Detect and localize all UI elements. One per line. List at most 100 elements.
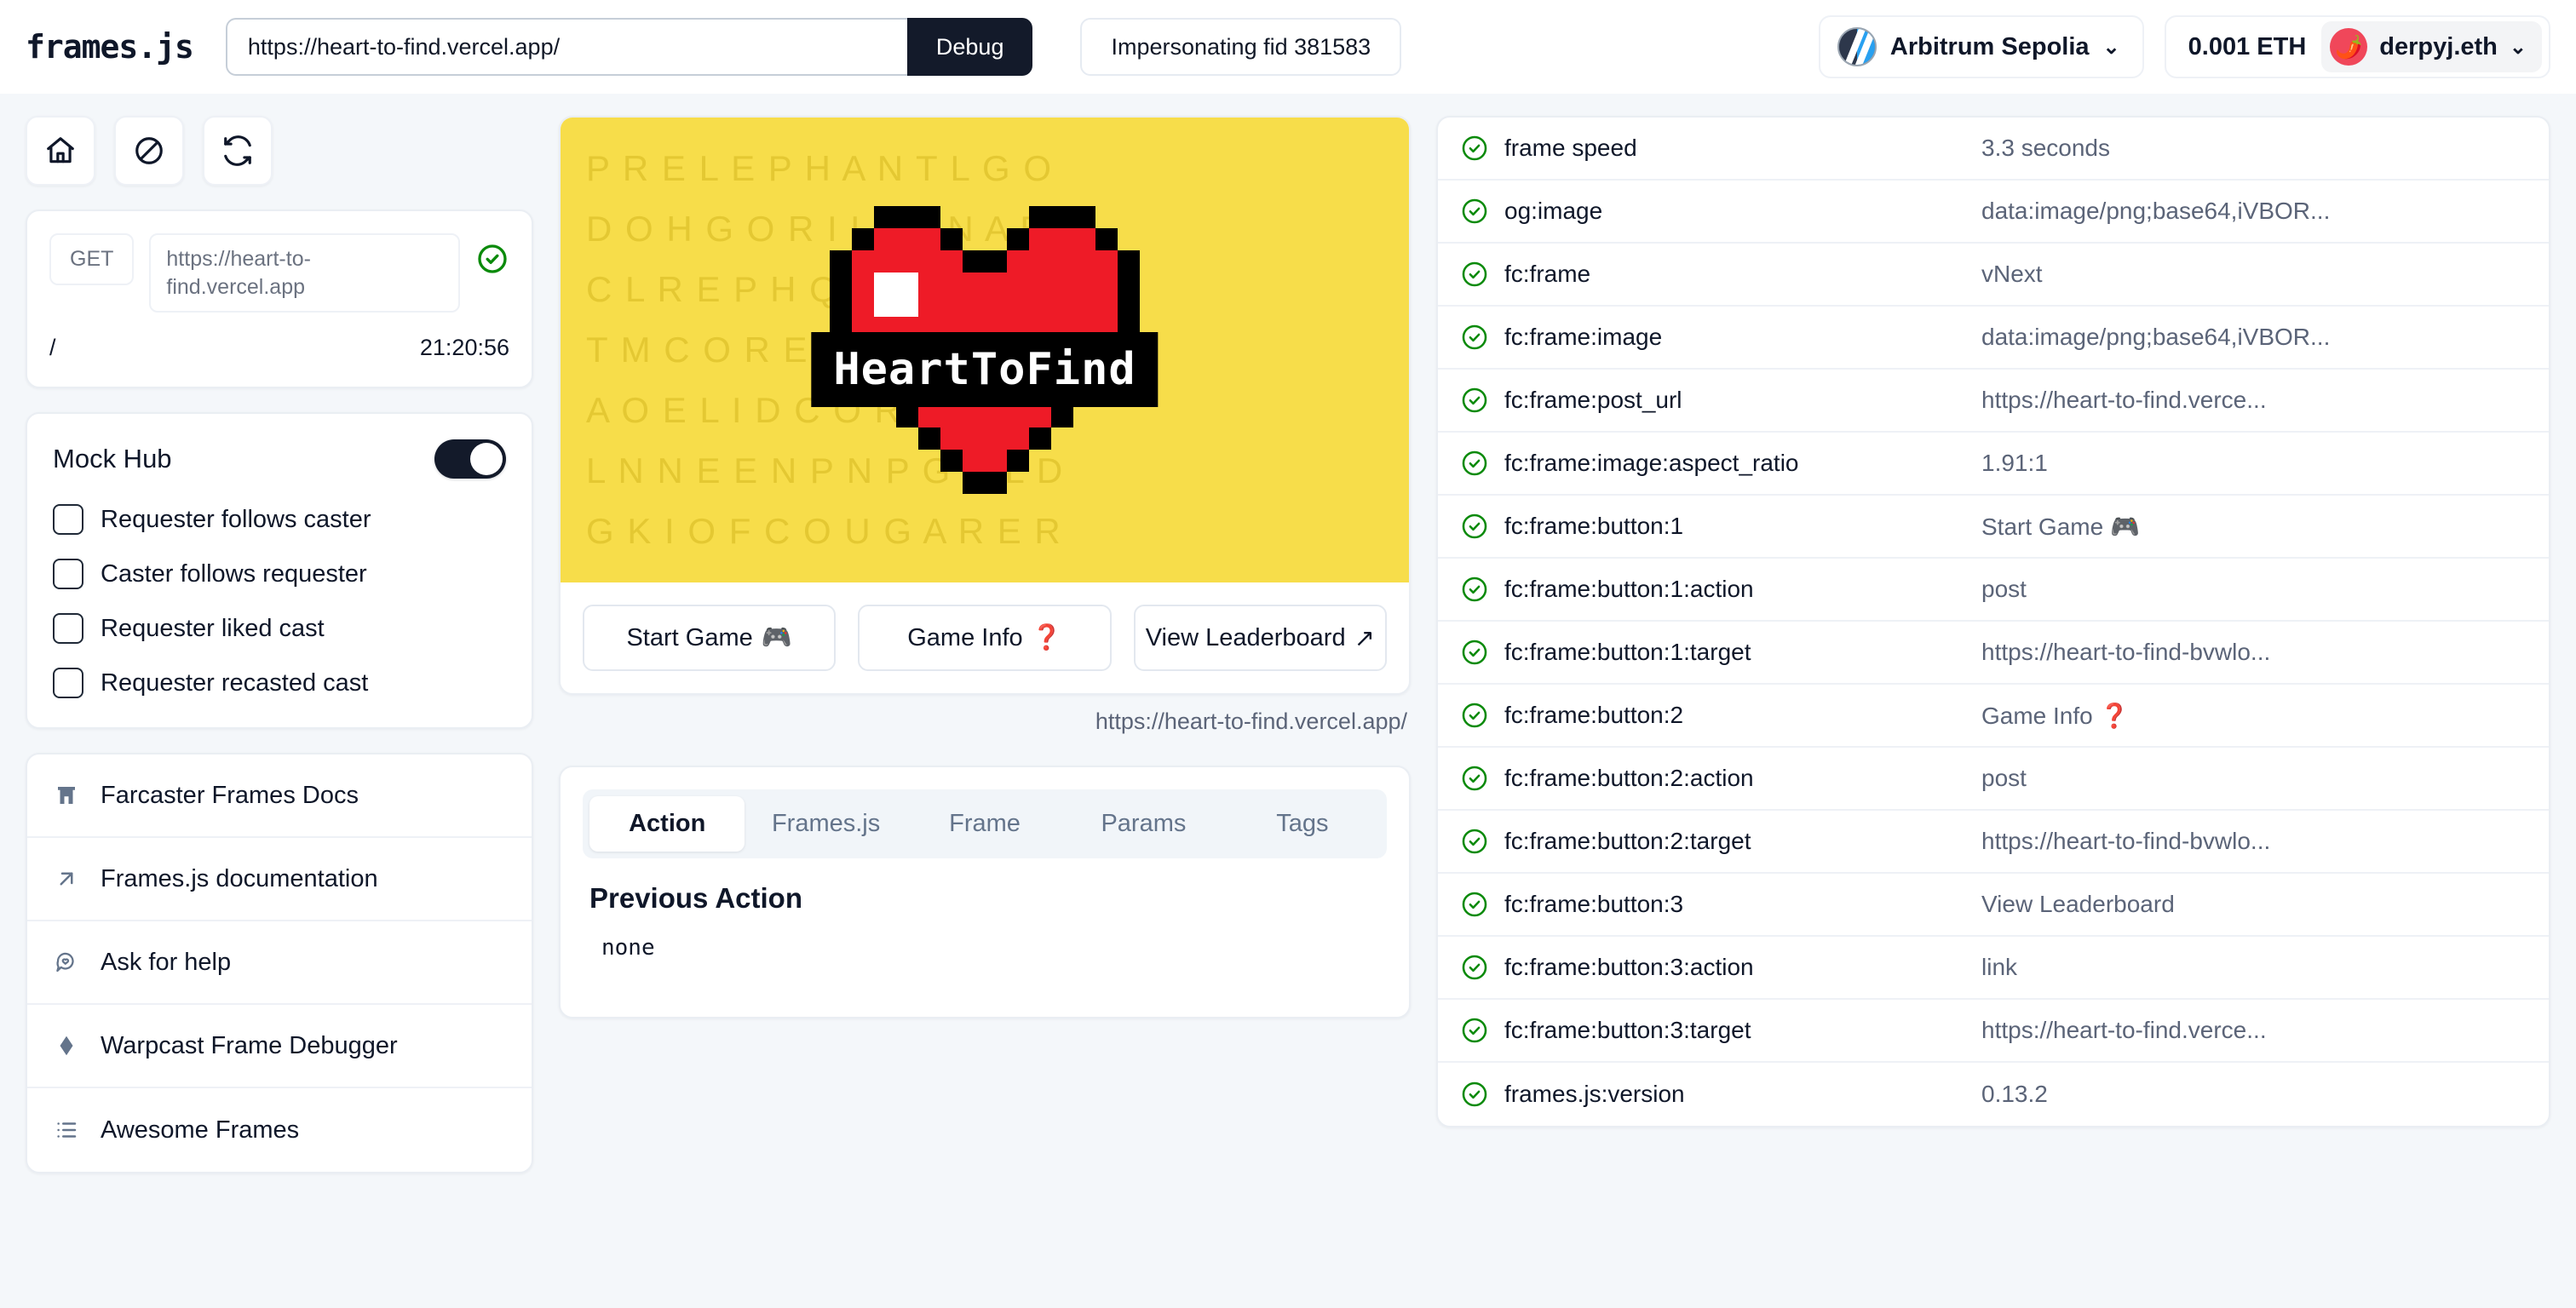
status-icon (1460, 575, 1504, 604)
metadata-value: View Leaderboard (1981, 891, 2175, 917)
frame-title-banner: HeartToFind (811, 332, 1159, 407)
checkbox-requester-recasted-cast[interactable]: Requester recasted cast (53, 668, 506, 698)
question-mark-icon: ❓ (1031, 624, 1062, 651)
tab-frame[interactable]: Frame (907, 796, 1062, 852)
link-farcaster-frames-docs[interactable]: Farcaster Frames Docs (27, 754, 532, 838)
word-grid-row: G K I O F C O U G A R E R (586, 511, 1062, 551)
external-link-icon (51, 866, 82, 892)
checkbox-icon[interactable] (53, 668, 83, 698)
arbitrum-logo-icon (1837, 27, 1877, 66)
table-row[interactable]: fc:frame:button:3 View Leaderboard (1438, 874, 2549, 937)
table-row[interactable]: fc:frame vNext (1438, 244, 2549, 307)
metadata-value: link (1981, 954, 2018, 980)
url-bar: Debug (225, 18, 1033, 76)
inspector-tabs: Action Frames.js Frame Params Tags (583, 789, 1387, 858)
metadata-value: data:image/png;base64,iVBOR... (1981, 198, 2331, 224)
table-row[interactable]: og:image data:image/png;base64,iVBOR... (1438, 181, 2549, 244)
table-row[interactable]: fc:frame:post_url https://heart-to-find.v… (1438, 370, 2549, 433)
checkbox-label: Caster follows requester (101, 559, 367, 588)
link-label: Frames.js documentation (101, 864, 378, 892)
link-awesome-frames[interactable]: Awesome Frames (27, 1088, 532, 1172)
chain-label: Arbitrum Sepolia (1889, 32, 2090, 60)
frame-button-start-game[interactable]: Start Game 🎮 (583, 605, 837, 671)
link-ask-for-help[interactable]: Ask for help (27, 921, 532, 1005)
link-warpcast-frame-debugger[interactable]: Warpcast Frame Debugger (27, 1005, 532, 1088)
list-icon (51, 1117, 82, 1143)
tab-framesjs[interactable]: Frames.js (748, 796, 903, 852)
table-row[interactable]: fc:frame:button:3:target https://heart-to… (1438, 1000, 2549, 1063)
link-label: Warpcast Frame Debugger (101, 1031, 398, 1059)
tab-action[interactable]: Action (589, 796, 745, 852)
checkbox-icon[interactable] (53, 504, 83, 535)
request-time: 21:20:56 (419, 335, 509, 360)
refresh-icon (224, 135, 251, 166)
table-row[interactable]: fc:frame:button:1 Start Game 🎮 (1438, 496, 2549, 559)
table-row[interactable]: fc:frame:button:2 Game Info ❓ (1438, 685, 2549, 748)
frame-image[interactable]: P R E L E P H A N T L G O D O H G O R I … (561, 118, 1409, 582)
tab-params[interactable]: Params (1066, 796, 1221, 852)
status-icon (1460, 260, 1504, 289)
home-button[interactable] (26, 116, 95, 186)
check-circle-icon (1462, 450, 1487, 476)
table-row[interactable]: fc:frame:button:1:target https://heart-to… (1438, 622, 2549, 685)
table-row[interactable]: fc:frame:button:3:action link (1438, 937, 2549, 1000)
metadata-column: frame speed 3.3 seconds og:image data:image… (1436, 116, 2550, 1127)
table-row[interactable]: frames.js:version 0.13.2 (1438, 1063, 2549, 1126)
checkbox-icon[interactable] (53, 559, 83, 589)
metadata-value: data:image/png;base64,iVBOR... (1981, 324, 2331, 350)
checkbox-requester-follows-caster[interactable]: Requester follows caster (53, 504, 506, 535)
tab-tags[interactable]: Tags (1225, 796, 1380, 852)
table-row[interactable]: fc:frame:image:aspect_ratio 1.91:1 (1438, 433, 2549, 496)
metadata-key: fc:frame:image:aspect_ratio (1504, 450, 1799, 476)
app-logo: frames.js (26, 28, 194, 66)
frame-title: HeartToFind (833, 344, 1136, 395)
frame-button-view-leaderboard[interactable]: View Leaderboard ↗ (1133, 605, 1387, 671)
request-card[interactable]: GET https://heart-to-find.vercel.app / 2… (26, 209, 533, 388)
left-sidebar: GET https://heart-to-find.vercel.app / 2… (26, 116, 533, 1173)
metadata-key: fc:frame:button:1:action (1504, 576, 1754, 602)
table-row[interactable]: fc:frame:button:2:action post (1438, 748, 2549, 811)
tab-panel: Previous Action none (583, 858, 1387, 995)
table-row[interactable]: fc:frame:button:1:action post (1438, 559, 2549, 622)
clear-button[interactable] (114, 116, 184, 186)
frame-button-label: Game Info (907, 623, 1023, 651)
frame-button-label: View Leaderboard (1145, 623, 1346, 651)
metadata-key: fc:frame:button:2:action (1504, 765, 1754, 791)
status-icon (1460, 386, 1504, 415)
link-label: Farcaster Frames Docs (101, 781, 359, 809)
metadata-key: og:image (1504, 198, 1603, 224)
metadata-value: https://heart-to-find-bvwlo... (1981, 639, 2271, 665)
app-header: frames.js Debug Impersonating fid 381583… (0, 0, 2576, 94)
wallet-chip[interactable]: 0.001 ETH 🌶️ derpyj.eth ⌄ (2164, 15, 2550, 78)
status-icon (1460, 764, 1504, 793)
status-icon (1460, 1080, 1504, 1109)
table-row[interactable]: fc:frame:image data:image/png;base64,iVBO… (1438, 307, 2549, 370)
metadata-value: Game Info ❓ (1981, 702, 2130, 729)
status-icon (1460, 1016, 1504, 1045)
avatar: 🌶️ (2330, 28, 2368, 66)
link-framesjs-documentation[interactable]: Frames.js documentation (27, 838, 532, 921)
mock-hub-header: Mock Hub (53, 439, 506, 479)
table-row[interactable]: frame speed 3.3 seconds (1438, 118, 2549, 181)
link-label: Awesome Frames (101, 1116, 300, 1144)
frame-button-game-info[interactable]: Game Info ❓ (858, 605, 1112, 671)
metadata-value: Start Game 🎮 (1981, 513, 2140, 540)
metadata-key: fc:frame:image (1504, 324, 1663, 350)
metadata-key: fc:frame:button:2:target (1504, 828, 1751, 854)
checkbox-icon[interactable] (53, 613, 83, 644)
check-circle-icon (1462, 640, 1487, 665)
frame-url-input[interactable] (225, 18, 907, 76)
mock-hub-toggle[interactable] (434, 439, 506, 479)
check-circle-icon (1462, 703, 1487, 728)
refresh-button[interactable] (203, 116, 273, 186)
impersonating-badge[interactable]: Impersonating fid 381583 (1080, 18, 1402, 76)
table-row[interactable]: fc:frame:button:2:target https://heart-to… (1438, 811, 2549, 874)
tab-panel-value: none (601, 935, 655, 961)
metadata-key: fc:frame:button:3 (1504, 891, 1684, 917)
debug-button[interactable]: Debug (906, 18, 1033, 76)
checkbox-caster-follows-requester[interactable]: Caster follows requester (53, 559, 506, 589)
chevron-down-icon: ⌄ (2102, 35, 2120, 59)
chain-selector[interactable]: Arbitrum Sepolia ⌄ (1818, 15, 2144, 78)
checkbox-requester-liked-cast[interactable]: Requester liked cast (53, 613, 506, 644)
wallet-account[interactable]: 🌶️ derpyj.eth ⌄ (2321, 21, 2542, 72)
